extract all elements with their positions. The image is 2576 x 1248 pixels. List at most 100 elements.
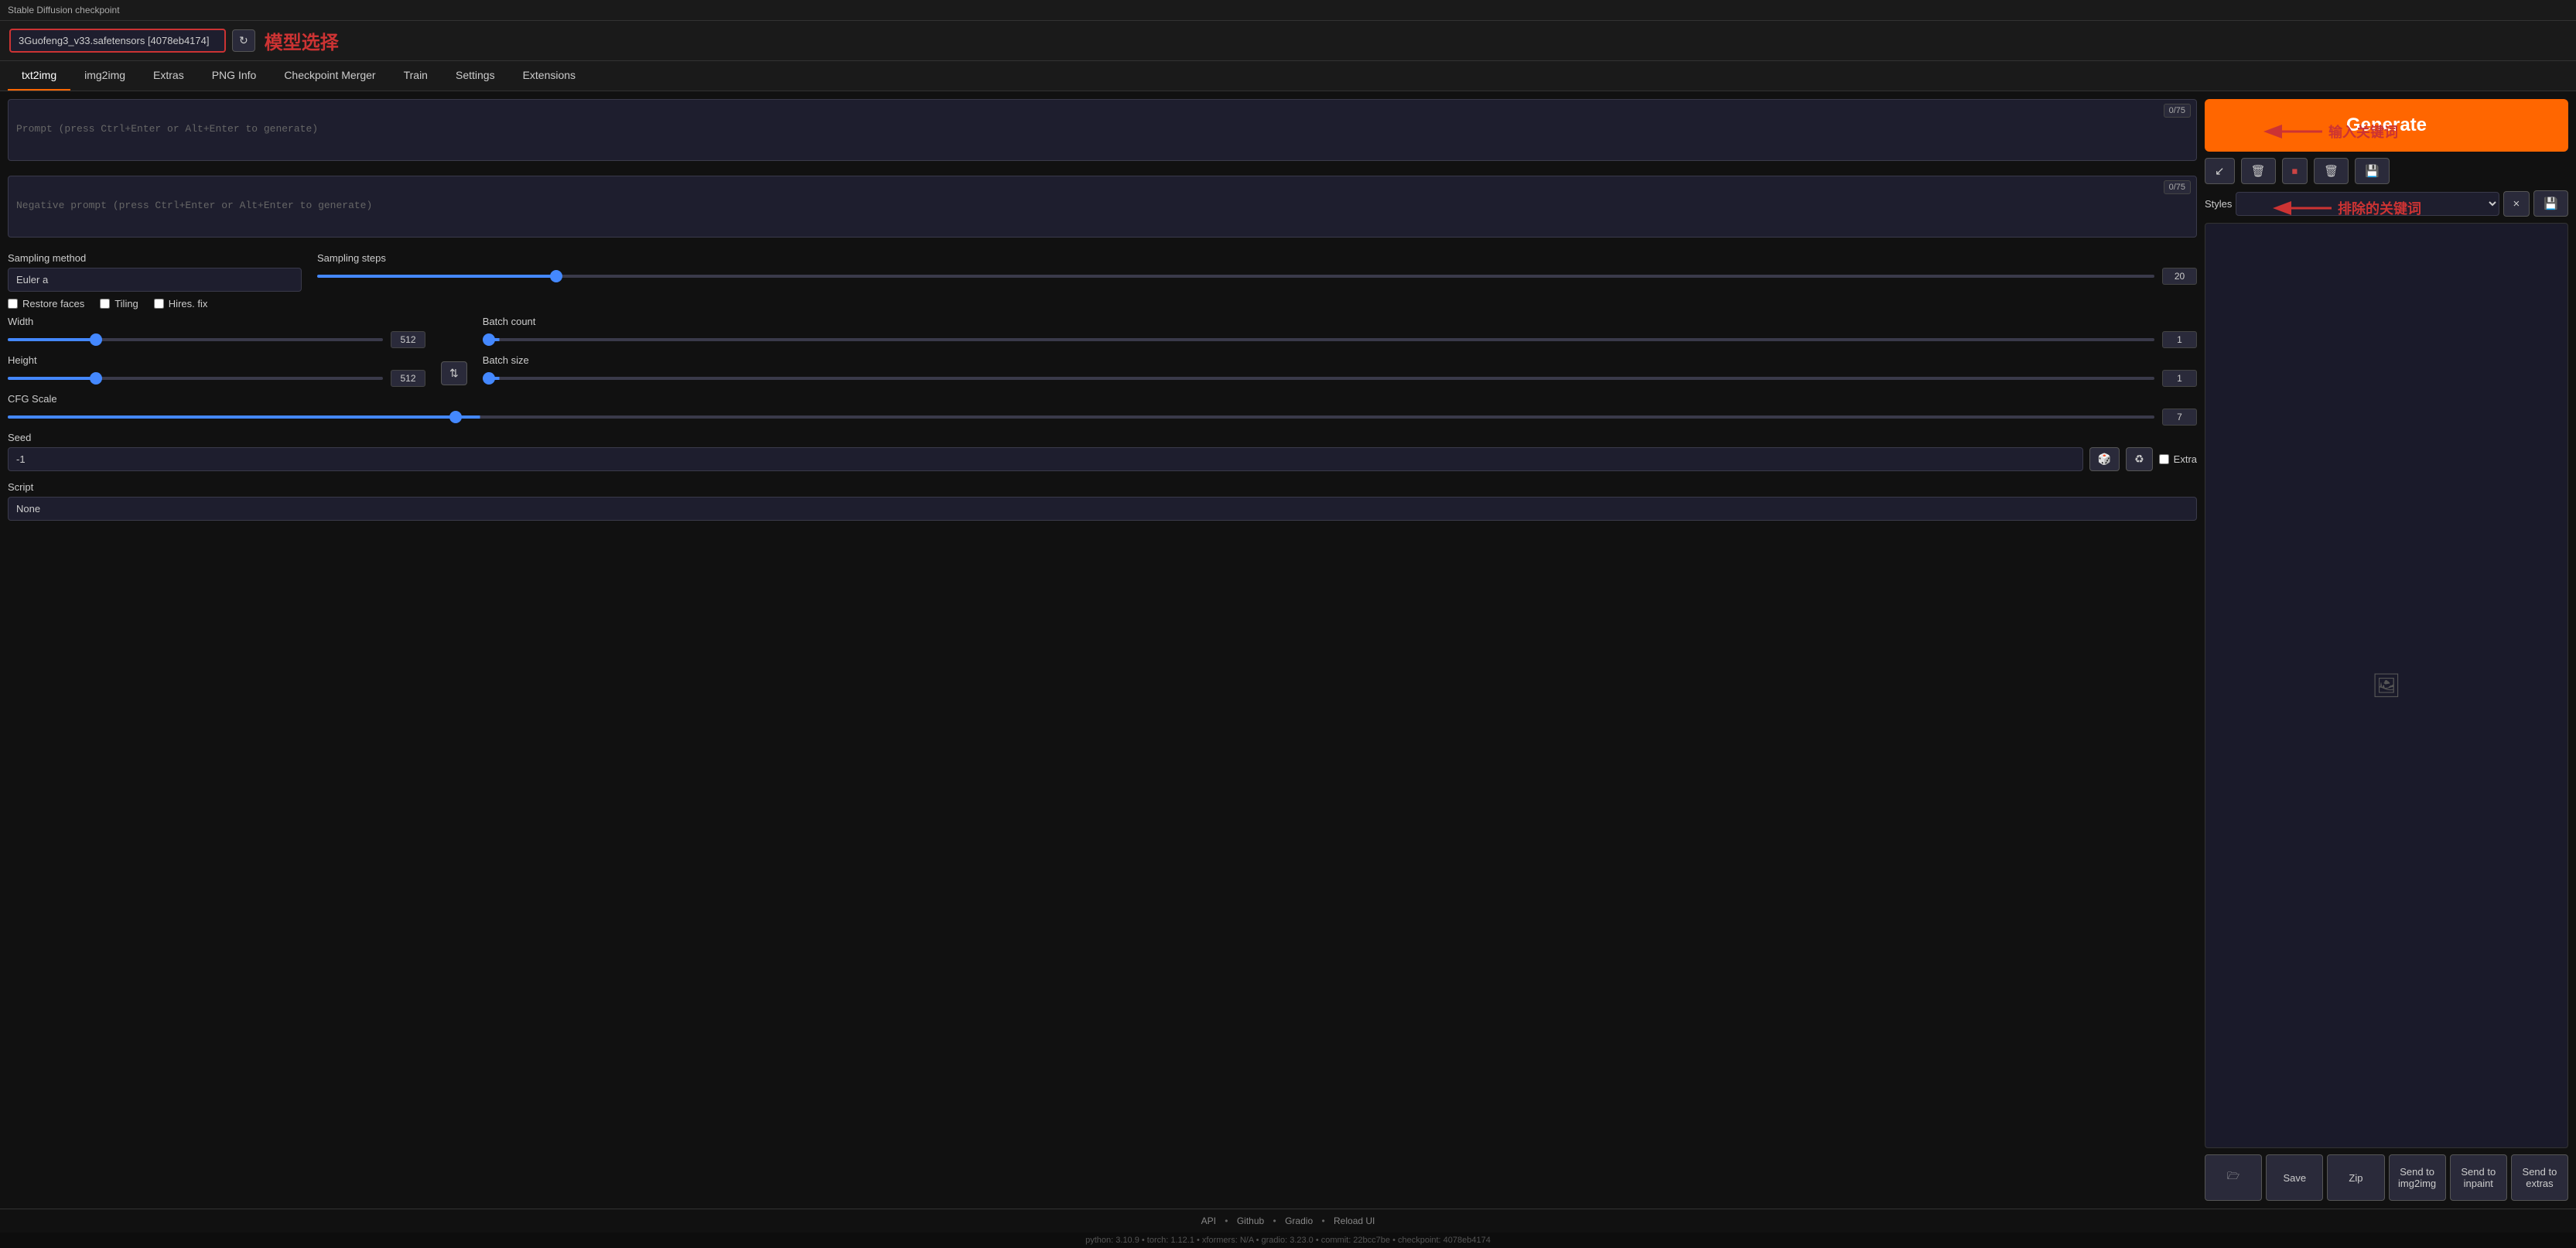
open-folder-button[interactable]: 🗁 <box>2205 1154 2262 1201</box>
sampling-steps-section: Sampling steps 20 <box>317 252 2197 285</box>
seed-recycle-button[interactable]: ♻ <box>2126 447 2153 471</box>
send-to-extras-button[interactable]: Send to extras <box>2511 1154 2568 1201</box>
swap-button-wrapper: ⇅ <box>441 316 467 387</box>
width-label: Width <box>8 316 425 327</box>
tabs-bar: txt2img img2img Extras PNG Info Checkpoi… <box>0 61 2576 91</box>
batch-size-label: Batch size <box>483 354 2197 366</box>
left-panel: 0/75 输入关键词 0/75 排除的关键词 <box>8 99 2197 1201</box>
hires-fix-input[interactable] <box>154 299 164 309</box>
tab-extensions[interactable]: Extensions <box>509 61 589 91</box>
styles-apply-button[interactable]: 💾 <box>2533 190 2568 217</box>
github-link[interactable]: Github <box>1237 1216 1264 1226</box>
sampling-method-label: Sampling method <box>8 252 302 264</box>
styles-select[interactable] <box>2236 192 2499 216</box>
generate-button[interactable]: Generate <box>2205 99 2568 152</box>
seed-extra-checkbox[interactable]: Extra <box>2159 453 2197 465</box>
gradio-link[interactable]: Gradio <box>1285 1216 1313 1226</box>
zip-button[interactable]: Zip <box>2327 1154 2384 1201</box>
width-slider[interactable] <box>8 338 383 341</box>
image-preview: 🖼 <box>2205 223 2568 1148</box>
model-select-wrapper: 3Guofeng3_v33.safetensors [4078eb4174] ↻ <box>9 29 255 53</box>
sampling-row: Sampling method Euler a Sampling steps 2… <box>8 252 2197 292</box>
tab-img2img[interactable]: img2img <box>70 61 139 91</box>
bottom-actions: 🗁 Save Zip Send to img2img Send to inpai… <box>2205 1154 2568 1201</box>
restore-faces-input[interactable] <box>8 299 18 309</box>
cfg-scale-slider[interactable] <box>8 415 2154 419</box>
cfg-scale-slider-row: 7 <box>8 409 2197 426</box>
height-slider[interactable] <box>8 377 383 380</box>
tab-png-info[interactable]: PNG Info <box>198 61 271 91</box>
styles-label: Styles <box>2205 198 2232 210</box>
batch-size-slider-row: 1 <box>483 370 2197 387</box>
hires-fix-checkbox[interactable]: Hires. fix <box>154 298 208 309</box>
send-to-inpaint-button[interactable]: Send to inpaint <box>2450 1154 2507 1201</box>
styles-close-button[interactable]: × <box>2503 191 2530 217</box>
tiling-label: Tiling <box>114 298 138 309</box>
height-group: Height 512 <box>8 354 425 387</box>
seed-label: Seed <box>8 432 2197 443</box>
cfg-scale-group: CFG Scale 7 <box>8 393 2197 426</box>
model-select-row: 3Guofeng3_v33.safetensors [4078eb4174] ↻… <box>0 21 2576 61</box>
delete-button[interactable]: 🗑 <box>2314 158 2349 184</box>
footer-tech: python: 3.10.9 • torch: 1.12.1 • xformer… <box>0 1233 2576 1248</box>
top-bar: Stable Diffusion checkpoint <box>0 0 2576 21</box>
image-placeholder-icon: 🖼 <box>2372 672 2401 699</box>
tab-checkpoint-merger[interactable]: Checkpoint Merger <box>270 61 389 91</box>
batch-count-slider-row: 1 <box>483 331 2197 348</box>
tab-train[interactable]: Train <box>390 61 442 91</box>
tech-info: python: 3.10.9 • torch: 1.12.1 • xformer… <box>1085 1236 1491 1245</box>
action-icons-row: ↙ 🗑 ⏹ 🗑 💾 <box>2205 158 2568 184</box>
right-panel: Generate ↙ 🗑 ⏹ 🗑 💾 Styles × 💾 🖼 🗁 Save Z <box>2205 99 2568 1201</box>
batch-count-group: Batch count 1 <box>483 316 2197 348</box>
tab-settings[interactable]: Settings <box>442 61 509 91</box>
seed-dice-button[interactable]: 🎲 <box>2089 447 2120 471</box>
reload-ui-link[interactable]: Reload UI <box>1334 1216 1375 1226</box>
tiling-checkbox[interactable]: Tiling <box>100 298 138 309</box>
save-style-button[interactable]: 💾 <box>2355 158 2390 184</box>
height-label: Height <box>8 354 425 366</box>
dimensions-section: Width 512 Height 512 <box>8 316 425 387</box>
send-to-img2img-button[interactable]: Send to img2img <box>2389 1154 2446 1201</box>
restore-faces-checkbox[interactable]: Restore faces <box>8 298 84 309</box>
batch-count-value: 1 <box>2162 331 2197 348</box>
api-link[interactable]: API <box>1201 1216 1216 1226</box>
seed-input[interactable] <box>8 447 2083 471</box>
send-to-button[interactable]: ↙ <box>2205 158 2235 184</box>
height-slider-row: 512 <box>8 370 425 387</box>
prompt-input[interactable] <box>8 99 2197 161</box>
model-select[interactable]: 3Guofeng3_v33.safetensors [4078eb4174] <box>9 29 226 53</box>
prompt-counter: 0/75 <box>2164 104 2191 118</box>
seed-group: Seed 🎲 ♻ Extra <box>8 432 2197 471</box>
seed-extra-label: Extra <box>2174 453 2197 465</box>
batch-size-group: Batch size 1 <box>483 354 2197 387</box>
trash-button[interactable]: 🗑 <box>2241 158 2276 184</box>
save-button[interactable]: Save <box>2266 1154 2323 1201</box>
negative-prompt-counter: 0/75 <box>2164 180 2191 194</box>
batch-count-slider[interactable] <box>483 338 2154 341</box>
model-refresh-button[interactable]: ↻ <box>232 29 255 52</box>
batch-size-value: 1 <box>2162 370 2197 387</box>
width-group: Width 512 <box>8 316 425 348</box>
width-value: 512 <box>391 331 425 348</box>
model-label: 模型选择 <box>265 27 339 54</box>
prompt-wrapper: 0/75 输入关键词 <box>8 99 2197 163</box>
tiling-input[interactable] <box>100 299 110 309</box>
negative-prompt-wrapper: 0/75 排除的关键词 <box>8 176 2197 240</box>
cfg-scale-label: CFG Scale <box>8 393 2197 405</box>
batch-size-slider[interactable] <box>483 377 2154 380</box>
negative-prompt-input[interactable] <box>8 176 2197 238</box>
hires-fix-label: Hires. fix <box>169 298 208 309</box>
script-section: Script None <box>8 481 2197 521</box>
swap-dimensions-button[interactable]: ⇅ <box>441 361 467 385</box>
sampling-method-select[interactable]: Euler a <box>8 268 302 292</box>
tab-extras[interactable]: Extras <box>139 61 198 91</box>
stop-button[interactable]: ⏹ <box>2282 158 2308 184</box>
tab-txt2img[interactable]: txt2img <box>8 61 70 91</box>
script-select[interactable]: None <box>8 497 2197 521</box>
sampling-method-section: Sampling method Euler a <box>8 252 302 292</box>
checkpoint-title: Stable Diffusion checkpoint <box>8 5 120 15</box>
seed-extra-input[interactable] <box>2159 454 2169 464</box>
seed-row: 🎲 ♻ Extra <box>8 447 2197 471</box>
sampling-steps-slider[interactable] <box>317 275 2154 278</box>
main-content: 0/75 输入关键词 0/75 排除的关键词 <box>0 91 2576 1209</box>
